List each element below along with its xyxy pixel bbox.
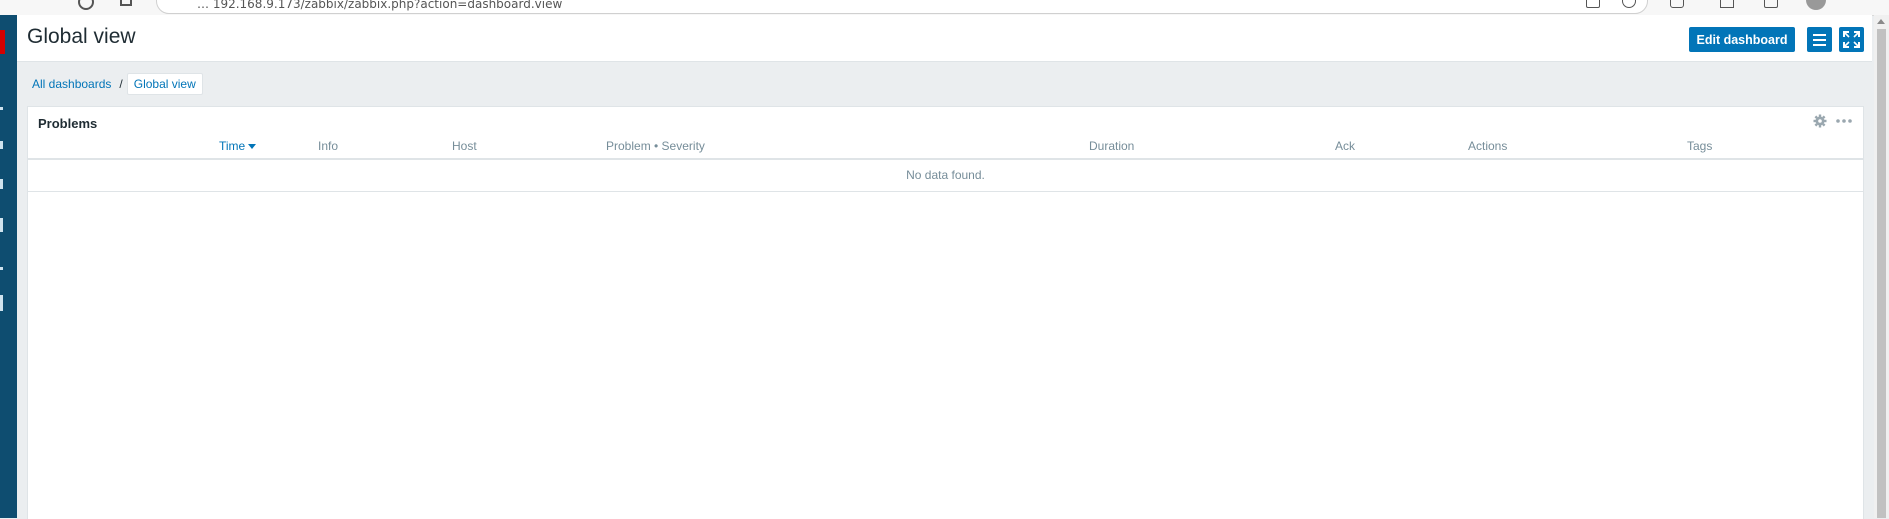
sidebar (0, 15, 17, 518)
more-options-icon[interactable] (1834, 114, 1854, 128)
table-row: No data found. (28, 160, 1863, 192)
reader-icon[interactable] (1586, 0, 1600, 8)
favorites-icon[interactable] (1720, 0, 1734, 8)
collections-icon[interactable] (1764, 0, 1778, 8)
kiosk-mode-button[interactable] (1839, 27, 1864, 52)
breadcrumb: All dashboards / Global view (28, 73, 203, 95)
column-header-ack: Ack (1335, 139, 1356, 153)
edit-dashboard-button[interactable]: Edit dashboard (1689, 27, 1795, 52)
page-header: Global view Edit dashboard (17, 15, 1872, 62)
sort-desc-icon (248, 144, 257, 150)
menu-item-icon[interactable] (0, 141, 3, 149)
column-header-duration: Duration (1089, 139, 1135, 153)
widget-title: Problems (38, 116, 98, 131)
menu-icon-line (1813, 39, 1826, 41)
scrollbar-thumb[interactable] (1877, 29, 1886, 518)
column-header-problem-severity: Problem • Severity (606, 139, 705, 153)
breadcrumb-separator: / (119, 77, 123, 91)
menu-icon-line (1813, 44, 1826, 46)
column-label: Time (219, 139, 246, 153)
menu-item-icon[interactable] (0, 218, 3, 232)
menu-item-icon[interactable] (0, 179, 3, 189)
breadcrumb-global-view[interactable]: Global view (126, 73, 203, 95)
column-header-tags: Tags (1687, 139, 1713, 153)
zabbix-logo-icon[interactable] (0, 30, 5, 54)
address-bar-text: … 192.168.9.173/zabbix/zabbix.php?action… (197, 0, 563, 11)
page-scrollbar[interactable] (1874, 15, 1889, 518)
address-bar[interactable]: … 192.168.9.173/zabbix/zabbix.php?action… (156, 0, 1648, 14)
extensions-icon[interactable] (1670, 0, 1684, 8)
page-title: Global view (27, 25, 136, 48)
scroll-up-arrow-icon[interactable] (1877, 19, 1885, 24)
menu-item-icon[interactable] (0, 295, 3, 311)
apps-icon[interactable] (120, 0, 132, 6)
breadcrumb-all-dashboards[interactable]: All dashboards (28, 74, 115, 94)
empty-message: No data found. (906, 168, 985, 182)
profile-avatar-icon[interactable] (1806, 0, 1826, 10)
column-header-host: Host (452, 139, 477, 153)
table-header: Time Info Host Problem • Severity Durati… (28, 133, 1863, 160)
dashboard-actions-menu-button[interactable] (1807, 27, 1832, 52)
fullscreen-icon (1843, 31, 1860, 48)
browser-toolbar: … 192.168.9.173/zabbix/zabbix.php?action… (0, 0, 1889, 16)
menu-icon (1813, 34, 1826, 36)
problems-widget: Problems Time Info Host Problem • Severi… (27, 106, 1864, 519)
menu-item-icon[interactable] (0, 107, 3, 110)
gear-icon[interactable] (1813, 114, 1827, 128)
column-header-info: Info (318, 139, 339, 153)
column-header-actions: Actions (1468, 139, 1508, 153)
column-header-time[interactable]: Time (219, 139, 257, 153)
menu-item-icon[interactable] (0, 267, 3, 270)
reload-icon[interactable] (78, 0, 94, 10)
